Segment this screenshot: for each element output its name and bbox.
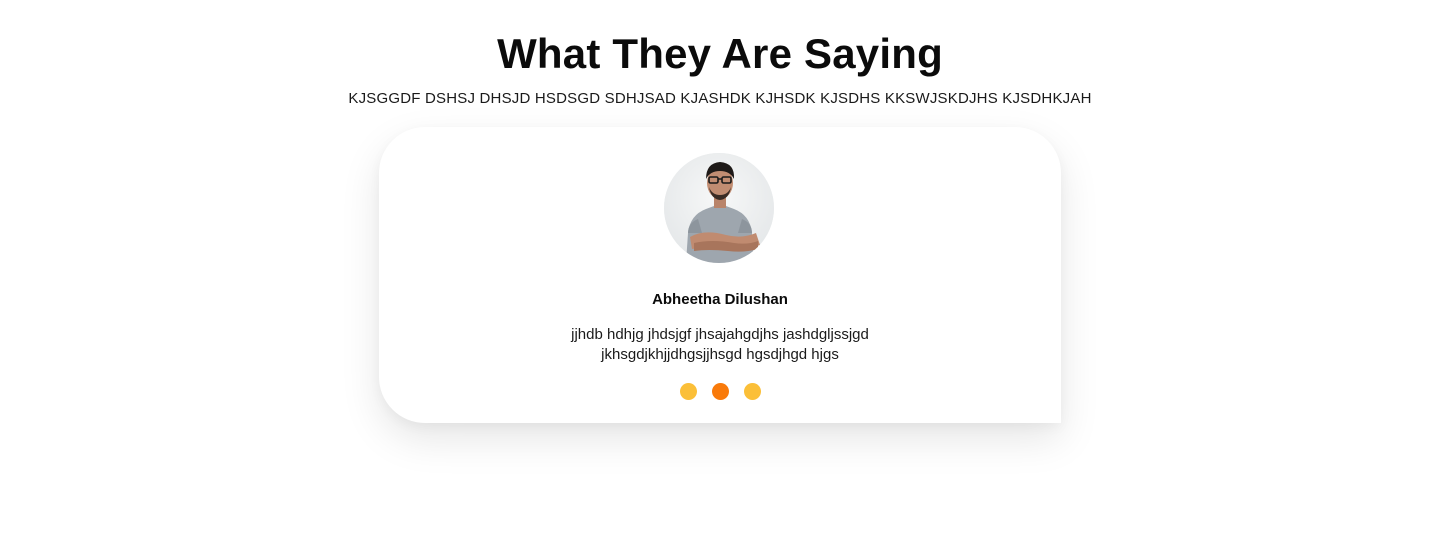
person-photo — [664, 153, 774, 263]
testimonial-author-name: Abheetha Dilushan — [652, 291, 788, 308]
testimonial-quote-line-2: jkhsgdjkhjjdhgsjjhsgd hgsdjhgd hjgs — [601, 346, 839, 363]
testimonial-card: Abheetha Dilushan jjhdb hdhjg jhdsjgf jh… — [379, 127, 1061, 423]
carousel-dot-3[interactable] — [743, 383, 761, 400]
carousel-dot-1[interactable] — [679, 383, 697, 400]
section-title: What They Are Saying — [497, 30, 943, 77]
testimonial-quote-line-1: jjhdb hdhjg jhdsjgf jhsajahgdjhs jashdgl… — [571, 326, 869, 343]
testimonial-quote: jjhdb hdhjg jhdsjgf jhsajahgdjhs jashdgl… — [520, 325, 920, 365]
section-subtitle: KJSGGDF DSHSJ DHSJD HSDSGD SDHJSAD KJASH… — [348, 90, 1092, 107]
carousel-pagination — [379, 383, 1061, 400]
avatar — [664, 153, 774, 263]
testimonials-section: What They Are Saying KJSGGDF DSHSJ DHSJD… — [0, 0, 1440, 550]
carousel-dot-2[interactable] — [711, 383, 729, 400]
